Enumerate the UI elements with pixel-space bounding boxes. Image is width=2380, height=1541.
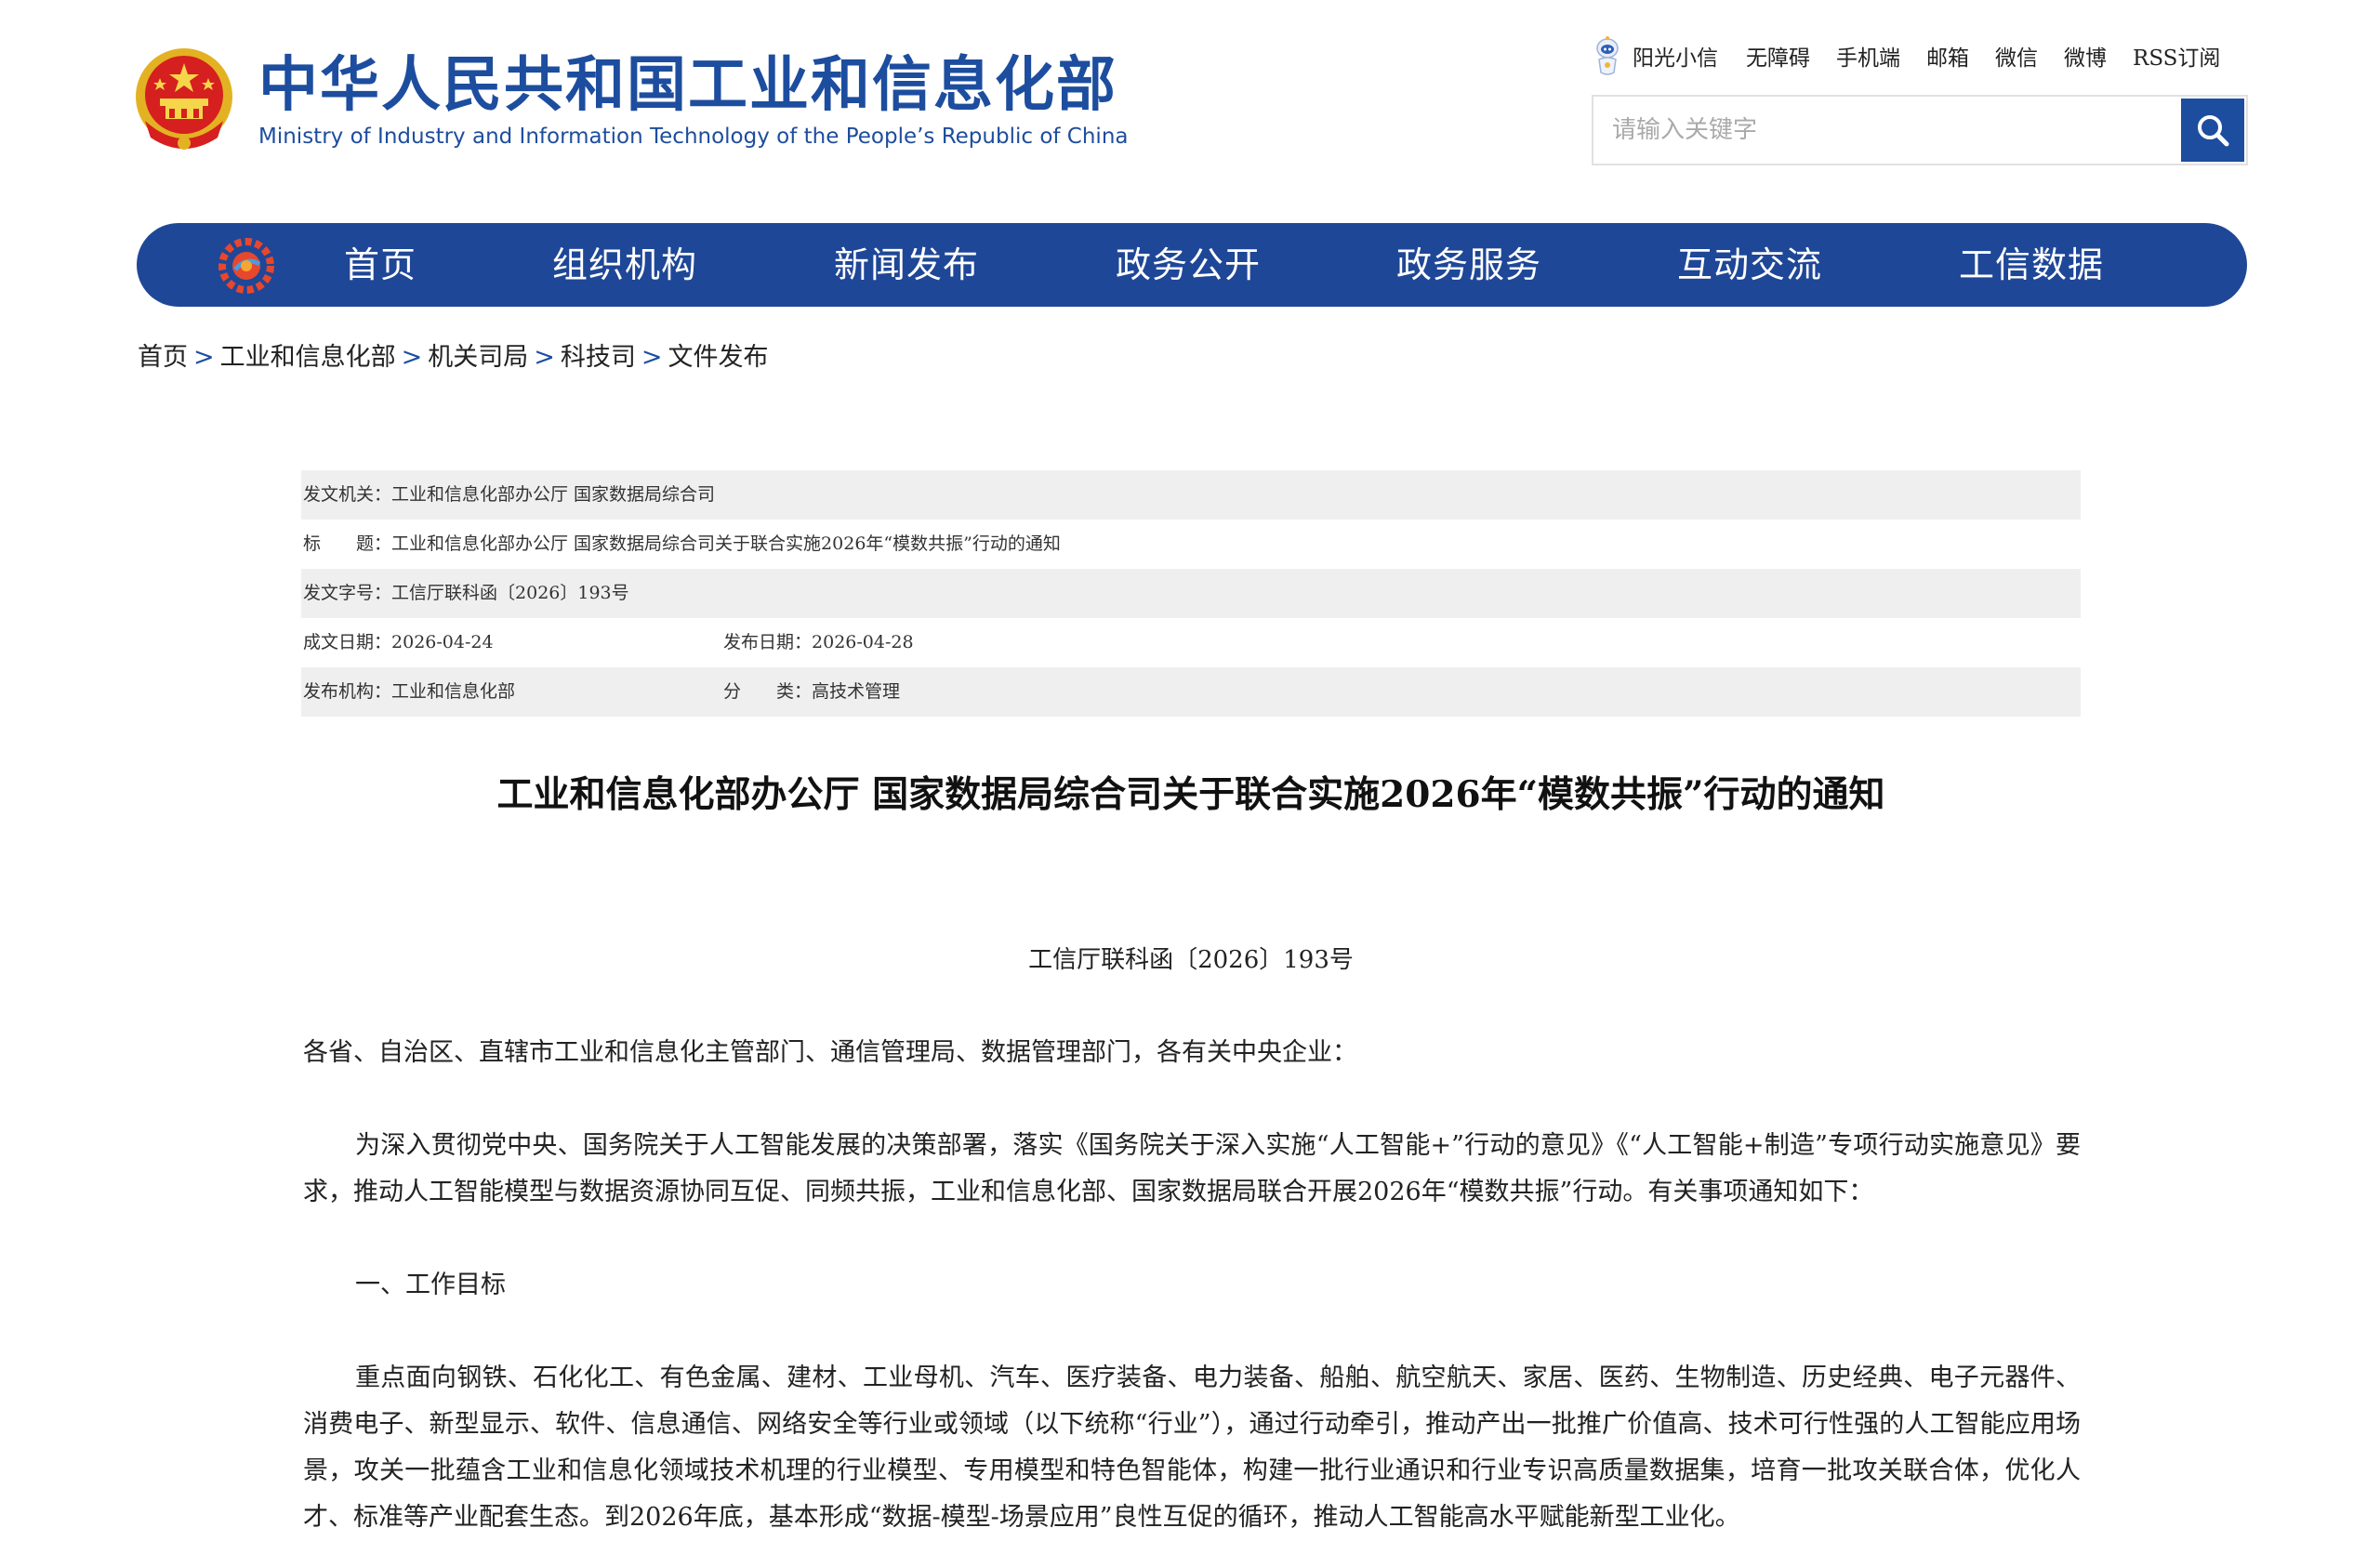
published-date-value: 2026-04-28: [812, 632, 914, 652]
miit-logo-icon[interactable]: [218, 238, 274, 294]
info-row-dates: 成文日期：2026-04-24 发布日期：2026-04-28: [301, 618, 2081, 667]
org-value: 工业和信息化部: [391, 681, 516, 702]
published-date-label: 发布日期：: [723, 632, 813, 652]
nav-news[interactable]: 新闻发布: [834, 223, 979, 307]
nav-interaction[interactable]: 互动交流: [1677, 223, 1822, 307]
search-button[interactable]: [2181, 99, 2244, 162]
info-row-org: 发布机构：工业和信息化部 分 类：高技术管理: [301, 667, 2081, 717]
wechat-link[interactable]: 微信: [1995, 40, 2038, 72]
breadcrumb-separator: >: [641, 343, 663, 372]
weibo-link[interactable]: 微博: [2064, 40, 2107, 72]
article-address: 各省、自治区、直辖市工业和信息化主管部门、通信管理局、数据管理部门，各有关中央企…: [303, 1038, 1357, 1067]
org-label: 发布机构：: [303, 681, 392, 702]
sunshine-assistant-label: 阳光小信: [1633, 46, 1718, 71]
title-value: 工业和信息化部办公厅 国家数据局综合司关于联合实施2026年“模数共振”行动的通…: [391, 533, 1061, 554]
main-nav: 首页 组织机构 新闻发布 政务公开 政务服务 互动交流 工信数据: [137, 223, 2247, 307]
breadcrumb-separator: >: [534, 343, 555, 372]
national-emblem-icon[interactable]: [132, 46, 236, 156]
top-links: 阳光小信 无障碍 手机端 邮箱 微信 微博 RSS订阅: [1592, 35, 2220, 76]
article-title: 工业和信息化部办公厅 国家数据局综合司关于联合实施2026年“模数共振”行动的通…: [496, 773, 1885, 816]
breadcrumb-tech-dept[interactable]: 科技司: [561, 343, 636, 372]
nav-data[interactable]: 工信数据: [1959, 223, 2104, 307]
breadcrumb-separator: >: [401, 343, 423, 372]
site-title[interactable]: 中华人民共和国工业和信息化部 Ministry of Industry and …: [258, 48, 1129, 151]
breadcrumb-home[interactable]: 首页: [138, 343, 188, 372]
mobile-link[interactable]: 手机端: [1836, 40, 1900, 72]
title-label: 标 题：: [303, 533, 392, 554]
info-row-issuer: 发文机关：工业和信息化部办公厅 国家数据局综合司: [301, 470, 2081, 520]
accessibility-link[interactable]: 无障碍: [1746, 40, 1810, 72]
section-heading: 一、工作目标: [355, 1271, 506, 1299]
section-body: 重点面向钢铁、石化化工、有色金属、建材、工业母机、汽车、医疗装备、电力装备、船舶…: [303, 1363, 2081, 1532]
mailbox-link[interactable]: 邮箱: [1926, 40, 1969, 72]
info-row-title: 标 题：工业和信息化部办公厅 国家数据局综合司关于联合实施2026年“模数共振”…: [301, 520, 2081, 569]
site-title-cn: 中华人民共和国工业和信息化部: [258, 51, 1117, 120]
site-title-en: Ministry of Industry and Information Tec…: [258, 125, 1129, 149]
issuer-value: 工业和信息化部办公厅 国家数据局综合司: [391, 484, 716, 505]
nav-government-affairs[interactable]: 政务公开: [1116, 223, 1261, 307]
docno-label: 发文字号：: [303, 583, 392, 603]
category-label: 分 类：: [723, 681, 813, 702]
category-value: 高技术管理: [812, 681, 901, 702]
created-date-value: 2026-04-24: [391, 632, 494, 652]
rss-link[interactable]: RSS订阅: [2133, 40, 2220, 72]
robot-assistant-icon: [1596, 36, 1619, 75]
issuer-label: 发文机关：: [303, 484, 392, 505]
info-row-docno: 发文字号：工信厅联科函〔2026〕193号: [301, 569, 2081, 618]
breadcrumb-ministry[interactable]: 工业和信息化部: [220, 343, 396, 372]
breadcrumb: 首页 > 工业和信息化部 > 机关司局 > 科技司 > 文件发布: [138, 336, 769, 373]
search-box: [1592, 95, 2248, 165]
document-info-table: 发文机关：工业和信息化部办公厅 国家数据局综合司 标 题：工业和信息化部办公厅 …: [301, 470, 2081, 717]
nav-home[interactable]: 首页: [344, 223, 416, 307]
nav-organization[interactable]: 组织机构: [552, 223, 697, 307]
search-icon: [2198, 115, 2229, 147]
breadcrumb-separator: >: [193, 343, 215, 372]
page: 中华人民共和国工业和信息化部 Ministry of Industry and …: [0, 0, 2380, 1532]
created-date-label: 成文日期：: [303, 632, 392, 652]
sunshine-assistant-link[interactable]: 阳光小信: [1592, 35, 1718, 76]
docno-value: 工信厅联科函〔2026〕193号: [391, 583, 629, 603]
breadcrumb-departments[interactable]: 机关司局: [428, 343, 528, 372]
article-intro: 为深入贯彻党中央、国务院关于人工智能发展的决策部署，落实《国务院关于深入实施“人…: [303, 1131, 2081, 1206]
breadcrumb-documents[interactable]: 文件发布: [668, 343, 769, 372]
article-docno: 工信厅联科函〔2026〕193号: [1028, 946, 1354, 974]
nav-government-services[interactable]: 政务服务: [1396, 223, 1541, 307]
search-input[interactable]: [1593, 97, 2179, 164]
